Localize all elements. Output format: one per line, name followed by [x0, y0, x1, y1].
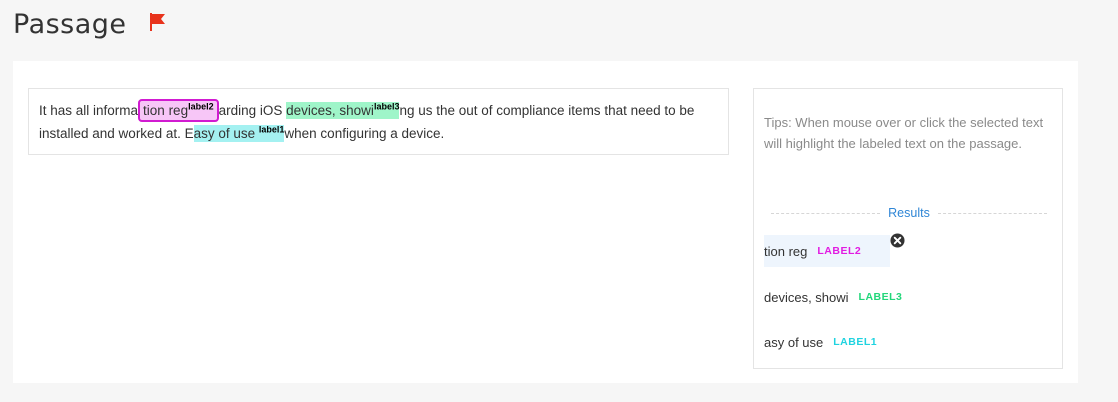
result-item[interactable]: devices, showi LABEL3 [764, 281, 902, 313]
content-card: It has all informa tion reglabel2 arding i… [13, 61, 1078, 383]
passage-segment: It has all informa [39, 103, 139, 118]
highlight-text: asy of use [193, 126, 259, 141]
flag-icon[interactable] [147, 11, 169, 33]
label-tag: label2 [188, 101, 214, 112]
result-label: LABEL2 [817, 245, 862, 257]
passage-segment: arding iOS [218, 103, 287, 118]
highlight-label1[interactable]: asy of use label1 [193, 124, 285, 142]
result-item[interactable]: asy of use LABEL1 [764, 326, 877, 358]
label-tag: label3 [373, 101, 400, 112]
passage-segment: when configuring a device. [284, 126, 445, 141]
divider-line [771, 212, 881, 214]
result-item[interactable]: tion reg LABEL2 [764, 235, 890, 267]
result-text: asy of use [764, 334, 824, 350]
page-title: Passage [13, 8, 127, 40]
result-label: LABEL3 [858, 291, 903, 303]
result-text: devices, showi [764, 289, 849, 305]
results-divider: Results [771, 204, 1047, 222]
highlight-label3[interactable]: devices, showilabel3 [286, 101, 400, 119]
annotation-page: Passage It has all informa tion reglabel2… [0, 0, 1118, 402]
passage-text[interactable]: It has all informa tion reglabel2 arding i… [28, 88, 729, 155]
results-panel: Tips: When mouse over or click the selec… [753, 88, 1063, 369]
result-label: LABEL1 [833, 336, 878, 348]
highlight-text: tion reg [143, 103, 189, 118]
results-title: Results [888, 206, 930, 220]
divider-line [937, 212, 1047, 214]
tips-text: Tips: When mouse over or click the selec… [764, 115, 1044, 151]
result-text: tion reg [764, 243, 808, 259]
page-header: Passage [13, 4, 127, 44]
label-tag: label1 [258, 124, 285, 135]
highlight-label2[interactable]: tion reglabel2 [138, 99, 219, 122]
close-icon[interactable] [890, 233, 905, 248]
highlight-text: devices, showi [286, 103, 374, 118]
